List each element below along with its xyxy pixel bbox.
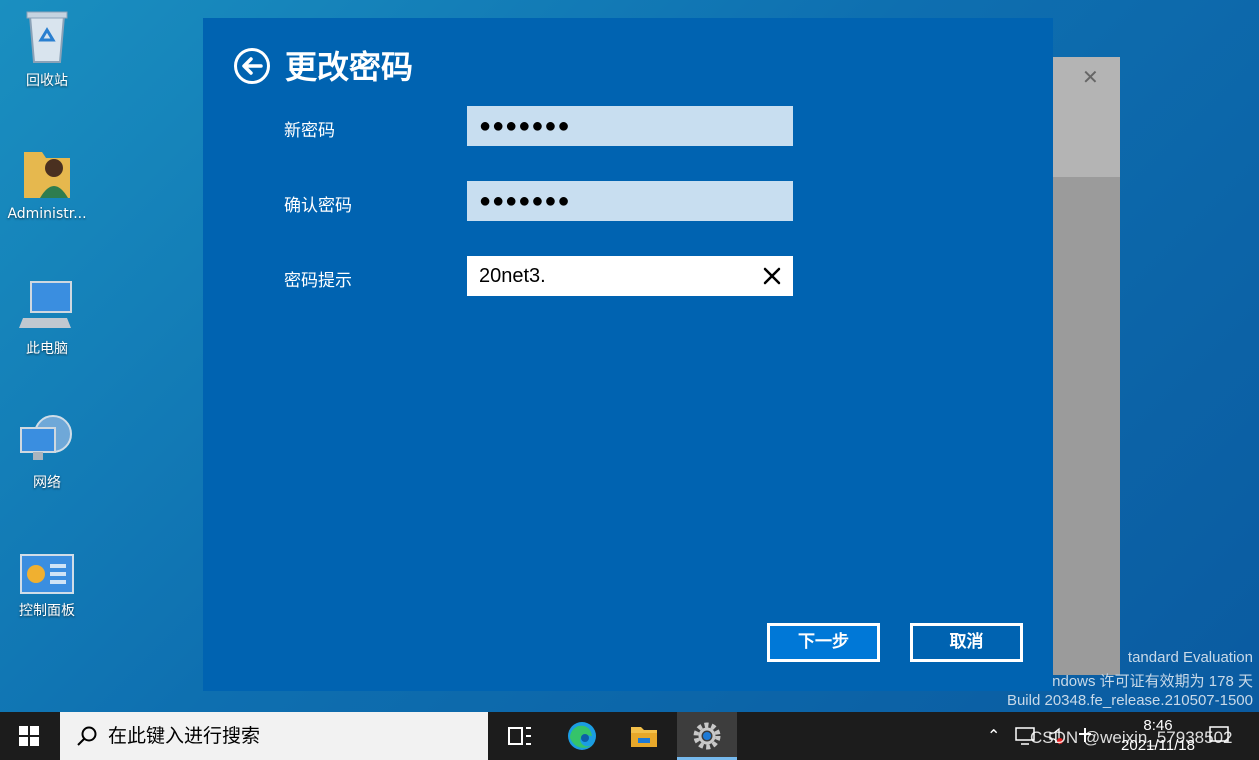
back-arrow-icon[interactable]: [233, 47, 271, 85]
csdn-watermark-overlay: CSDN @weixin_57938502: [1030, 728, 1233, 747]
user-folder-icon: [24, 152, 70, 198]
desktop-icon-administrator[interactable]: Administr...: [0, 144, 94, 222]
windows-logo-icon: [19, 726, 39, 746]
settings-button[interactable]: [677, 712, 737, 760]
settings-icon: [693, 722, 721, 750]
file-explorer-button[interactable]: [614, 712, 674, 760]
file-explorer-icon: [631, 727, 657, 747]
desktop-icon-this-pc[interactable]: 此电脑: [0, 280, 94, 358]
desktop-icon-label: 网络: [33, 475, 61, 491]
cancel-button[interactable]: 取消: [910, 623, 1023, 662]
password-hint-label: 密码提示: [284, 271, 352, 291]
watermark-line-2: ndows 许可证有效期为 178 天: [1052, 673, 1253, 690]
recycle-bin-icon: [26, 11, 68, 63]
task-view-button[interactable]: [490, 712, 550, 760]
taskbar: 在此键入进行搜索 ⌃ 8:46 2021/11/18 CSDN @weixin_…: [0, 712, 1259, 760]
watermark-line-1: tandard Evaluation: [1127, 649, 1253, 666]
taskbar-search-box[interactable]: 在此键入进行搜索: [60, 712, 488, 760]
desktop-icon-label: 此电脑: [26, 341, 68, 357]
edge-button[interactable]: [552, 712, 612, 760]
control-panel-icon: [20, 554, 74, 594]
password-hint-field[interactable]: 20net3.: [467, 256, 793, 296]
search-icon: [77, 726, 97, 746]
show-hidden-icons[interactable]: ⌃: [987, 712, 1000, 760]
new-password-field[interactable]: ●●●●●●●: [467, 106, 793, 146]
desktop-icon-control-panel[interactable]: 控制面板: [0, 554, 94, 620]
notification-icon[interactable]: [1208, 724, 1230, 746]
desktop-icon-network[interactable]: 网络: [0, 412, 94, 492]
new-password-label: 新密码: [284, 121, 335, 141]
computer-icon: [19, 281, 72, 328]
start-button[interactable]: [0, 712, 58, 760]
search-placeholder: 在此键入进行搜索: [108, 725, 261, 747]
close-icon[interactable]: ✕: [1082, 65, 1099, 89]
next-button[interactable]: 下一步: [767, 623, 880, 662]
desktop-icon-label: Administr...: [7, 206, 87, 222]
confirm-password-label: 确认密码: [284, 196, 352, 216]
clear-icon[interactable]: [761, 265, 783, 287]
password-hint-value: 20net3.: [479, 265, 546, 287]
edge-icon: [568, 722, 596, 750]
change-password-dialog: 更改密码 新密码 ●●●●●●● 确认密码 ●●●●●●● 密码提示 20net…: [203, 18, 1053, 691]
desktop-icon-recycle-bin[interactable]: 回收站: [0, 8, 94, 90]
task-view-icon: [508, 727, 531, 745]
desktop-icon-label: 回收站: [26, 73, 68, 89]
watermark-line-3: Build 20348.fe_release.210507-1500: [1006, 692, 1253, 709]
network-icon: [20, 415, 72, 460]
desktop-icon-label: 控制面板: [19, 603, 75, 619]
confirm-password-field[interactable]: ●●●●●●●: [467, 181, 793, 221]
dialog-title: 更改密码: [285, 48, 414, 86]
